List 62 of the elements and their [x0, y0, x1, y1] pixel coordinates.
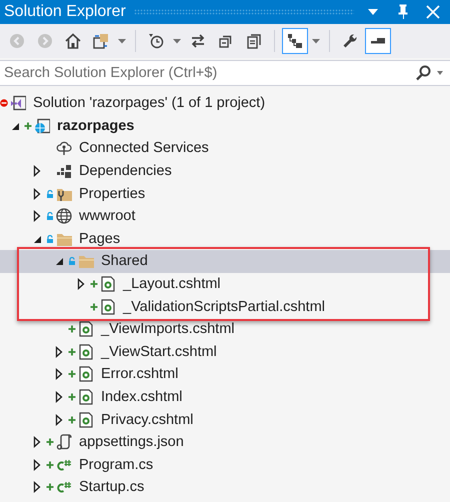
tree-item[interactable]: Solution 'razorpages' (1 of 1 project) — [0, 92, 450, 115]
item-label: _ViewImports.cshtml — [101, 321, 234, 338]
item-label: Program.cs — [79, 456, 154, 473]
history-icon — [148, 33, 164, 49]
item-label: Solution 'razorpages' (1 of 1 project) — [33, 95, 266, 112]
search-field[interactable]: Search Solution Explorer (Ctrl+$) — [0, 60, 450, 86]
tree-item[interactable]: Startup.cs — [0, 476, 450, 499]
tree-item[interactable]: Error.cshtml — [0, 363, 450, 386]
collapsed-arrow-icon[interactable] — [75, 278, 87, 290]
collapsed-arrow-icon[interactable] — [53, 414, 65, 426]
tree-item[interactable]: _ValidationScriptsPartial.cshtml — [0, 295, 450, 318]
item-label: Connected Services — [79, 140, 209, 156]
collapsed-arrow-icon[interactable] — [53, 391, 65, 404]
collapse-icon — [218, 33, 234, 49]
forward-icon — [37, 33, 53, 49]
collapsed-arrow-icon[interactable] — [31, 481, 43, 494]
preview-button[interactable] — [365, 28, 391, 54]
tree-item[interactable]: Properties — [0, 182, 450, 205]
item-label: Error.cshtml — [101, 366, 178, 382]
item-label: _Layout.cshtml — [123, 276, 221, 292]
item-label: Dependencies — [79, 163, 172, 180]
tree-item[interactable]: Pages — [0, 228, 450, 250]
home-icon — [65, 33, 81, 49]
collapsed-arrow-icon[interactable] — [31, 210, 43, 222]
tree-item[interactable]: Index.cshtml — [0, 386, 450, 408]
item-label: Index.cshtml — [101, 389, 182, 406]
tree-item[interactable]: appsettings.json — [0, 430, 450, 454]
collapsed-arrow-icon[interactable] — [31, 165, 43, 178]
tree-item[interactable]: razorpages — [0, 114, 450, 138]
tree-item[interactable]: _Layout.cshtml — [0, 272, 450, 296]
item-label: wwwroot — [79, 208, 136, 224]
back-icon — [9, 33, 25, 49]
collapsed-arrow-icon[interactable] — [31, 458, 43, 471]
treeview-icon — [287, 33, 303, 49]
tree-item[interactable]: Shared — [0, 250, 450, 273]
treeview-button[interactable] — [282, 28, 308, 54]
copy-icon — [246, 33, 262, 49]
swap-icon — [190, 33, 206, 49]
item-label: Shared — [101, 253, 148, 270]
collapsed-arrow-icon[interactable] — [31, 436, 43, 448]
item-label: Properties — [79, 186, 146, 202]
item-label: Startup.cs — [79, 479, 144, 496]
item-label: _ValidationScriptsPartial.cshtml — [123, 298, 326, 315]
tree-item[interactable]: Privacy.cshtml — [0, 408, 450, 431]
wrench-icon — [342, 33, 358, 49]
tree-item[interactable]: Connected Services — [0, 137, 450, 160]
tree-item[interactable]: Dependencies — [0, 160, 450, 182]
collapsed-arrow-icon[interactable] — [53, 346, 65, 358]
search-icon[interactable] — [415, 65, 431, 81]
tree-item[interactable]: _ViewStart.cshtml — [0, 340, 450, 364]
item-label: Privacy.cshtml — [101, 412, 194, 428]
collapsed-arrow-icon[interactable] — [53, 368, 65, 380]
item-label: appsettings.json — [79, 434, 184, 450]
item-label: Pages — [79, 230, 120, 247]
tree-item[interactable]: Program.cs — [0, 454, 450, 476]
dropdown-icon[interactable] — [434, 69, 446, 77]
item-label: _ViewStart.cshtml — [101, 344, 217, 360]
collapsed-arrow-icon[interactable] — [31, 188, 43, 200]
tree-item[interactable]: _ViewImports.cshtml — [0, 318, 450, 341]
tree-item[interactable]: wwwroot — [0, 204, 450, 228]
item-label: razorpages — [57, 118, 134, 134]
window-title: Solution Explorer — [4, 3, 126, 21]
